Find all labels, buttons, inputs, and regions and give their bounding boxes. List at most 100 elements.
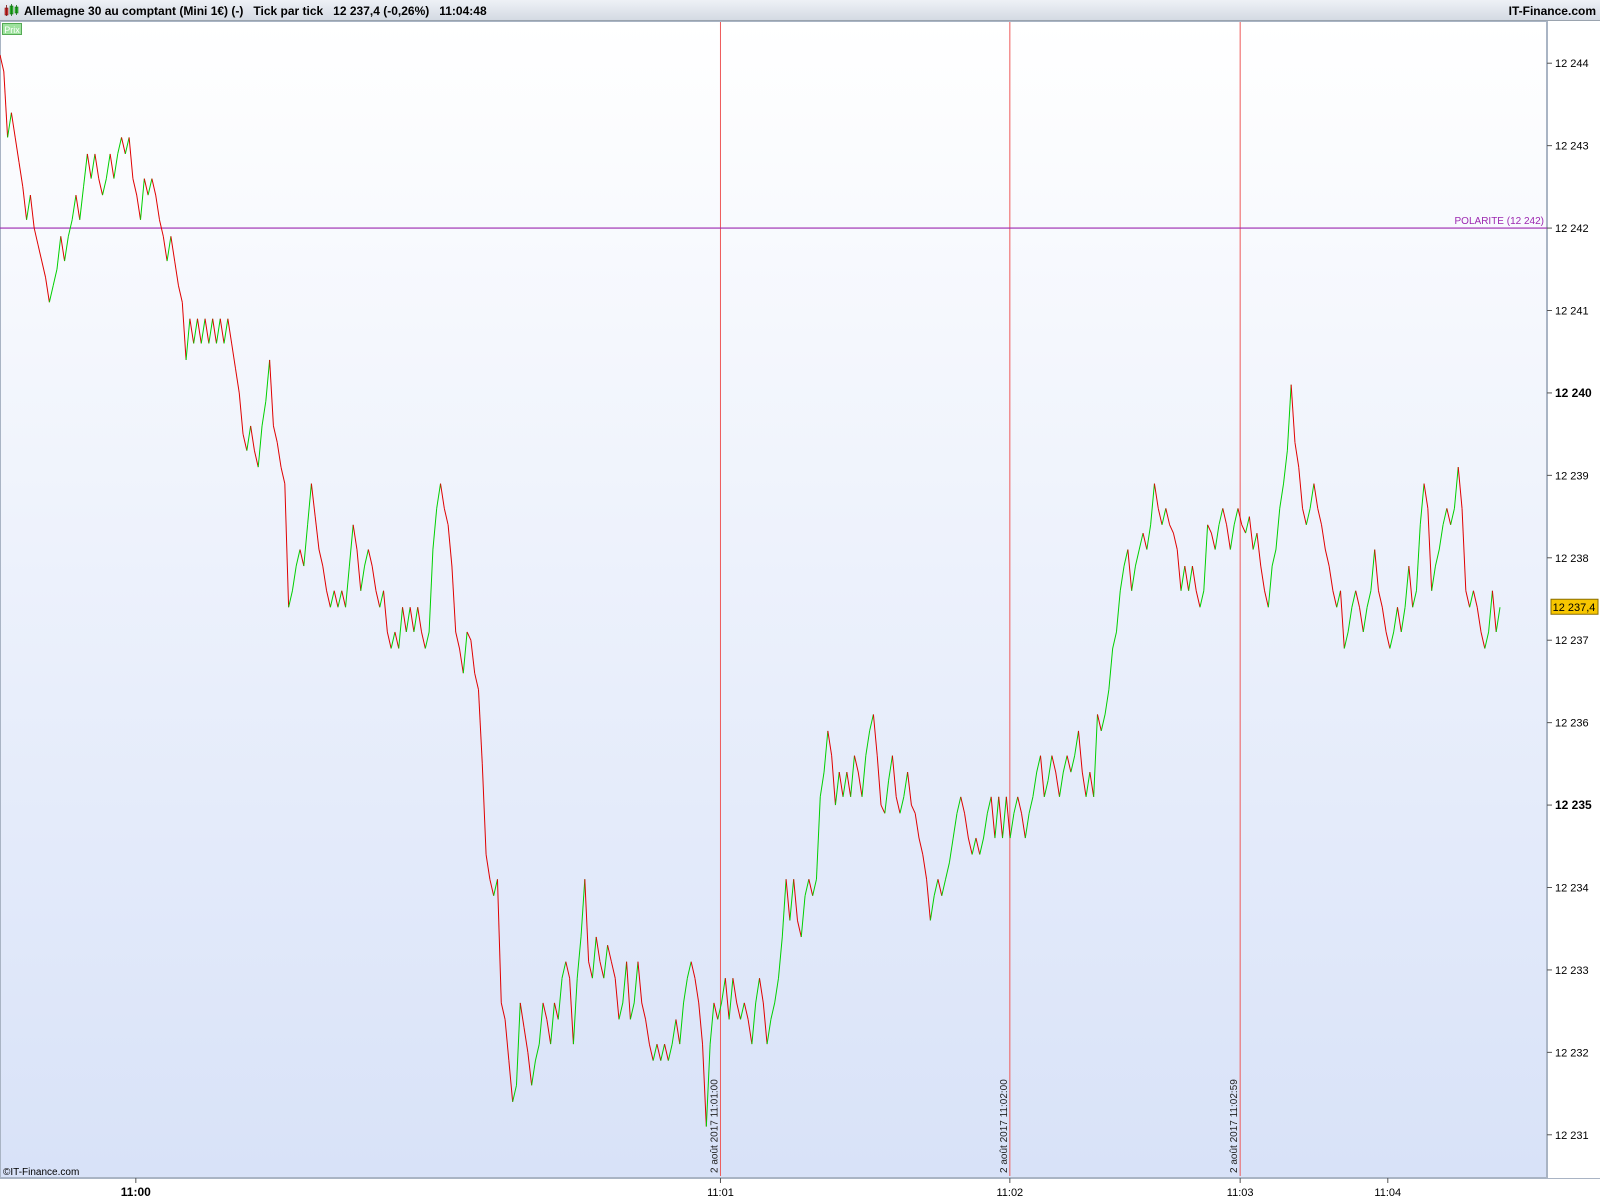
price-segment-down [174,260,179,286]
price-segment-down [937,879,943,896]
price-segment-down [322,565,328,591]
price-segment-up [1062,755,1068,773]
price-segment-up [945,862,950,880]
price-segment-up [774,978,779,1003]
price-segment-up [1453,467,1459,509]
price-segment-down [14,137,20,163]
price-segment-down [333,590,339,608]
price-segment-up [1028,796,1034,814]
price-segment-down [645,1019,650,1045]
vertical-marker-label: 2 août 2017 11:01:00 [709,1079,720,1173]
price-segment-down [1241,524,1247,534]
price-segment-down [1264,590,1269,608]
price-segment-down [960,796,966,814]
price-segment-up [740,1002,745,1020]
price-segment-down [922,854,928,880]
price-segment-down [527,1052,533,1086]
price-segment-up [1002,796,1007,839]
price-segment-down [41,260,47,278]
price-segment-down [758,978,764,1003]
y-tick-label: 12 241 [1555,306,1589,318]
price-segment-up [686,961,692,979]
price-segment-up [781,879,787,937]
price-segment-up [261,401,267,426]
price-segment-down [477,689,483,764]
price-segment-up [531,1060,536,1086]
y-tick-label: 12 238 [1555,553,1589,565]
price-segment-down [519,1002,525,1028]
price-segment-down [1302,508,1307,525]
price-segment-down [417,607,423,633]
price-segment-down [838,772,844,797]
y-tick-label: 12 233 [1555,965,1589,977]
price-segment-up [215,318,221,344]
price-segment-up [124,137,130,155]
price-segment-up [200,318,206,344]
price-segment-up [512,1085,517,1102]
price-segment-down [610,961,616,979]
price-segment-down [1491,590,1497,633]
price-segment-down [975,837,981,855]
price-segment-up [1305,508,1311,525]
price-segment-up [804,879,810,896]
price-segment-down [1332,590,1338,608]
price-segment-up [1146,524,1152,550]
price-segment-up [1203,524,1209,591]
price-segment-up [861,755,867,797]
price-segment-down [451,566,457,632]
price-segment-up [1138,532,1144,550]
price-segment-up [1233,508,1239,525]
price-segment-down [386,631,392,649]
price-segment-down [713,1002,719,1020]
price-segment-down [504,1019,510,1061]
price-segment-up [1252,532,1258,550]
price-segment-up [994,796,1000,839]
price-segment-down [1195,590,1201,608]
price-segment-up [1180,565,1186,591]
price-segment-down [827,730,833,756]
price-segment-down [648,1043,654,1061]
price-segment-up [1199,590,1205,608]
y-tick-label: 12 236 [1555,718,1589,730]
polarity-label: POLARITE (12 242) [1455,216,1544,227]
price-segment-down [1324,549,1330,567]
price-segment-up [603,945,609,979]
price-segment-down [872,714,878,756]
price-segment-down [496,879,502,1003]
price-segment-down [98,178,104,196]
price-segment-down [694,978,700,1003]
x-tick-label: 11:01 [707,1187,734,1199]
price-segment-down [341,590,347,608]
price-segment-up [538,1002,544,1045]
price-segment-down [1260,565,1266,591]
price-segment-up [1214,524,1220,550]
price-segment-up [1134,549,1140,567]
price-segment-up [140,178,145,220]
price-segment-up [345,565,350,608]
price-segment-up [633,961,639,1003]
price-mode-button[interactable]: Prix [2,23,22,35]
price-segment-down [1157,508,1163,525]
price-segment-up [1370,549,1376,591]
price-segment-up [307,483,312,525]
price-segment-down [1051,755,1057,773]
price-segment-down [724,978,730,1020]
price-segment-down [189,318,195,344]
price-segment-up [850,755,855,797]
price-segment-up [71,195,77,220]
price-segment-up [1309,483,1315,509]
price-segment-up [288,590,293,608]
price-segment-up [1469,590,1474,608]
price-segment-down [1465,590,1471,608]
price-segment-down [94,153,100,179]
price-segment-down [998,796,1004,839]
price-segment-up [337,590,343,608]
price-segment-up [899,796,905,814]
price-segment-down [1222,508,1228,525]
price-segment-up [1389,631,1395,649]
price-segment-up [424,631,430,649]
price-segment-down [143,178,149,196]
price-segment-down [231,343,236,369]
price-segment-down [747,1019,753,1045]
price-segment-up [1009,813,1015,839]
